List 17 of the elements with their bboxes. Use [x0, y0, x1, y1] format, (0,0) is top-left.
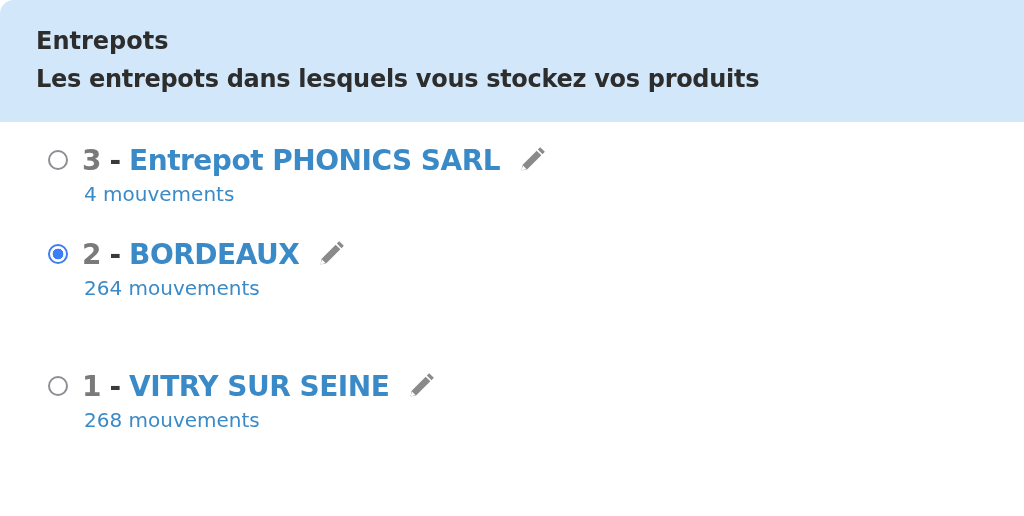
separator-dash: - — [109, 369, 122, 403]
warehouse-number: 1 — [82, 369, 102, 403]
warehouse-name[interactable]: BORDEAUX — [129, 237, 300, 271]
separator-dash: - — [109, 237, 122, 271]
radio-button[interactable] — [48, 244, 68, 264]
movement-count: 4 mouvements — [84, 182, 236, 206]
movement-count: 268 mouvements — [84, 408, 261, 432]
radio-button[interactable] — [48, 150, 68, 170]
warehouse-name[interactable]: VITRY SUR SEINE — [129, 369, 390, 403]
header-subtitle: Les entrepots dans lesquels vous stockez vos produits — [36, 64, 761, 95]
header-title: Entrepots — [36, 26, 170, 57]
warehouse-number: 3 — [82, 143, 102, 177]
warehouse-name[interactable]: Entrepot PHONICS SARL — [129, 143, 501, 177]
separator-dash: - — [109, 143, 122, 177]
warehouse-number: 2 — [82, 237, 102, 271]
movement-count: 264 mouvements — [84, 276, 261, 300]
radio-button[interactable] — [48, 376, 68, 396]
